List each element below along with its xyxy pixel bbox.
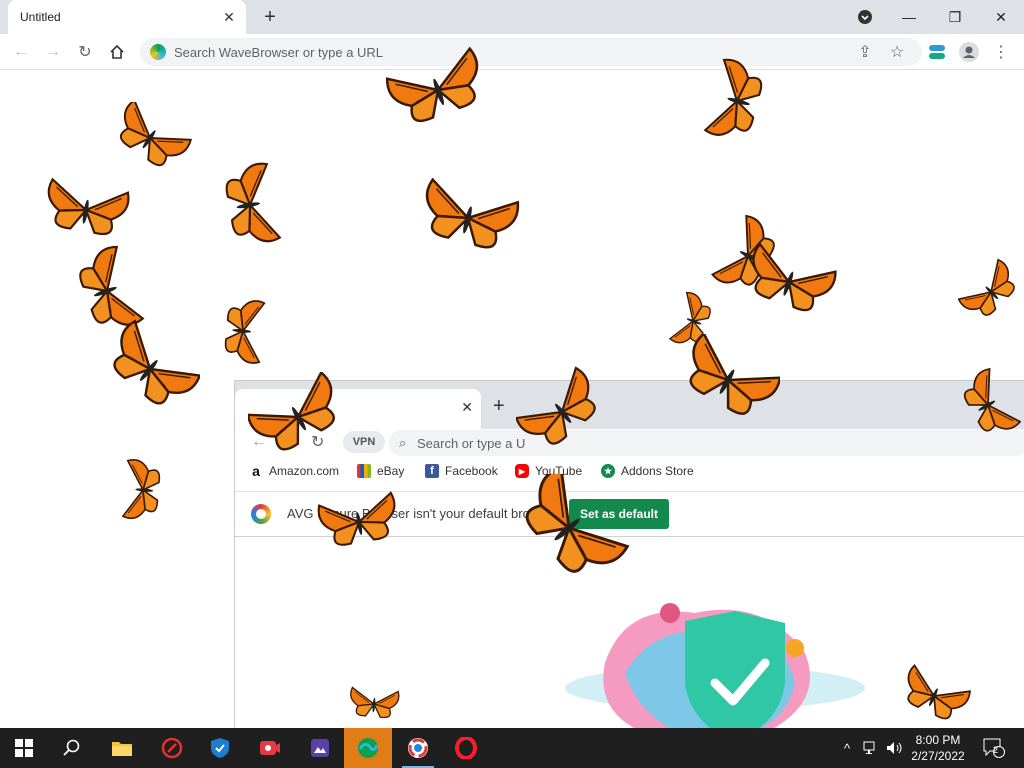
butterfly-icon [386,46,490,130]
bookmark-star-icon[interactable]: ☆ [884,39,910,65]
inner-close-tab-icon[interactable]: ✕ [461,399,473,416]
inner-address-bar[interactable]: ⌕ Search or type a U [389,430,1024,456]
windows-start-icon[interactable] [0,728,48,768]
screen: Untitled ✕ + — ❐ ✕ ← → ↻ Search WaveBrow… [0,0,1024,768]
butterfly-icon [510,474,631,582]
browser-tabstrip: Untitled ✕ + — ❐ ✕ [0,0,1024,34]
avg-logo-icon [251,504,271,524]
image-app-icon[interactable] [296,728,344,768]
share-icon[interactable]: ⇪ [852,39,878,65]
bookmark-label: eBay [377,464,405,478]
search-icon: ⌕ [399,435,407,450]
inner-toolbar: ← → ↻ VPN ⌕ Search or type a U [235,429,1024,457]
minimize-button[interactable]: — [896,4,922,30]
butterfly-icon [416,177,520,255]
address-placeholder: Search WaveBrowser or type a URL [174,45,384,60]
butterfly-icon [121,458,162,522]
close-window-button[interactable]: ✕ [988,4,1014,30]
wavebrowser-icon[interactable] [344,728,392,768]
butterfly-icon [108,102,192,174]
search-icon[interactable] [48,728,96,768]
inner-new-tab-button[interactable]: + [493,395,505,418]
chevron-up-icon[interactable]: ^ [838,728,856,768]
bookmark-facebook[interactable]: f Facebook [425,464,498,478]
profile-icon[interactable] [956,39,982,65]
clock-time: 8:00 PM [915,733,961,747]
new-tab-button[interactable]: + [258,5,282,29]
reload-button[interactable]: ↻ [72,39,98,65]
ebay-icon [357,464,371,478]
notification-count: 2 [993,745,999,755]
back-button[interactable]: ← [8,39,34,65]
bookmark-ebay[interactable]: eBay [357,464,404,478]
opera-icon[interactable] [442,728,490,768]
close-tab-icon[interactable]: ✕ [220,8,238,26]
butterfly-icon [676,334,780,426]
extensions-toggle-icon[interactable] [924,39,950,65]
tab-search-icon[interactable] [852,4,878,30]
clock-date: 2/27/2022 [911,749,965,763]
butterfly-icon [740,242,839,319]
butterfly-icon [348,686,400,720]
wavebrowser-logo-icon [150,44,166,60]
avg-browser-icon[interactable] [394,728,442,768]
butterfly-icon [516,365,608,456]
butterfly-icon [703,57,768,145]
forward-button[interactable]: → [40,39,66,65]
inner-address-placeholder: Search or type a U [417,436,526,451]
butterfly-icon [316,491,402,550]
browser-tab[interactable]: Untitled ✕ [8,0,246,34]
network-icon[interactable] [860,728,882,768]
file-explorer-icon[interactable] [98,728,146,768]
notifications-icon[interactable]: 2 [980,728,1008,768]
butterfly-icon [956,366,1022,442]
video-app-icon[interactable] [246,728,294,768]
amazon-icon: a [252,463,260,479]
bookmark-label: Facebook [445,464,498,478]
system-clock[interactable]: 8:00 PM 2/27/2022 [900,732,976,764]
address-bar[interactable]: Search WaveBrowser or type a URL [140,38,922,66]
restore-button[interactable]: ❐ [942,4,968,30]
butterfly-icon [248,372,348,461]
menu-icon[interactable]: ⋮ [988,39,1014,65]
security-shield-illustration [565,603,865,743]
bookmark-amazon[interactable]: a Amazon.com [249,463,340,479]
bookmark-label: Amazon.com [269,464,340,478]
tab-title: Untitled [20,10,61,24]
butterfly-icon [958,257,1024,325]
browser-toolbar: ← → ↻ Search WaveBrowser or type a URL ⇪… [0,34,1024,70]
vpn-button[interactable]: VPN [343,431,385,453]
butterfly-icon [222,161,282,249]
windows-taskbar: ^ 8:00 PM 2/27/2022 2 [0,728,1024,768]
app-red-icon[interactable] [148,728,196,768]
butterfly-icon [896,664,973,726]
shield-app-icon[interactable] [196,728,244,768]
facebook-icon: f [425,464,439,478]
inner-tabstrip: ✕ + [235,381,1024,429]
butterfly-icon [100,318,200,417]
home-button[interactable] [104,39,130,65]
